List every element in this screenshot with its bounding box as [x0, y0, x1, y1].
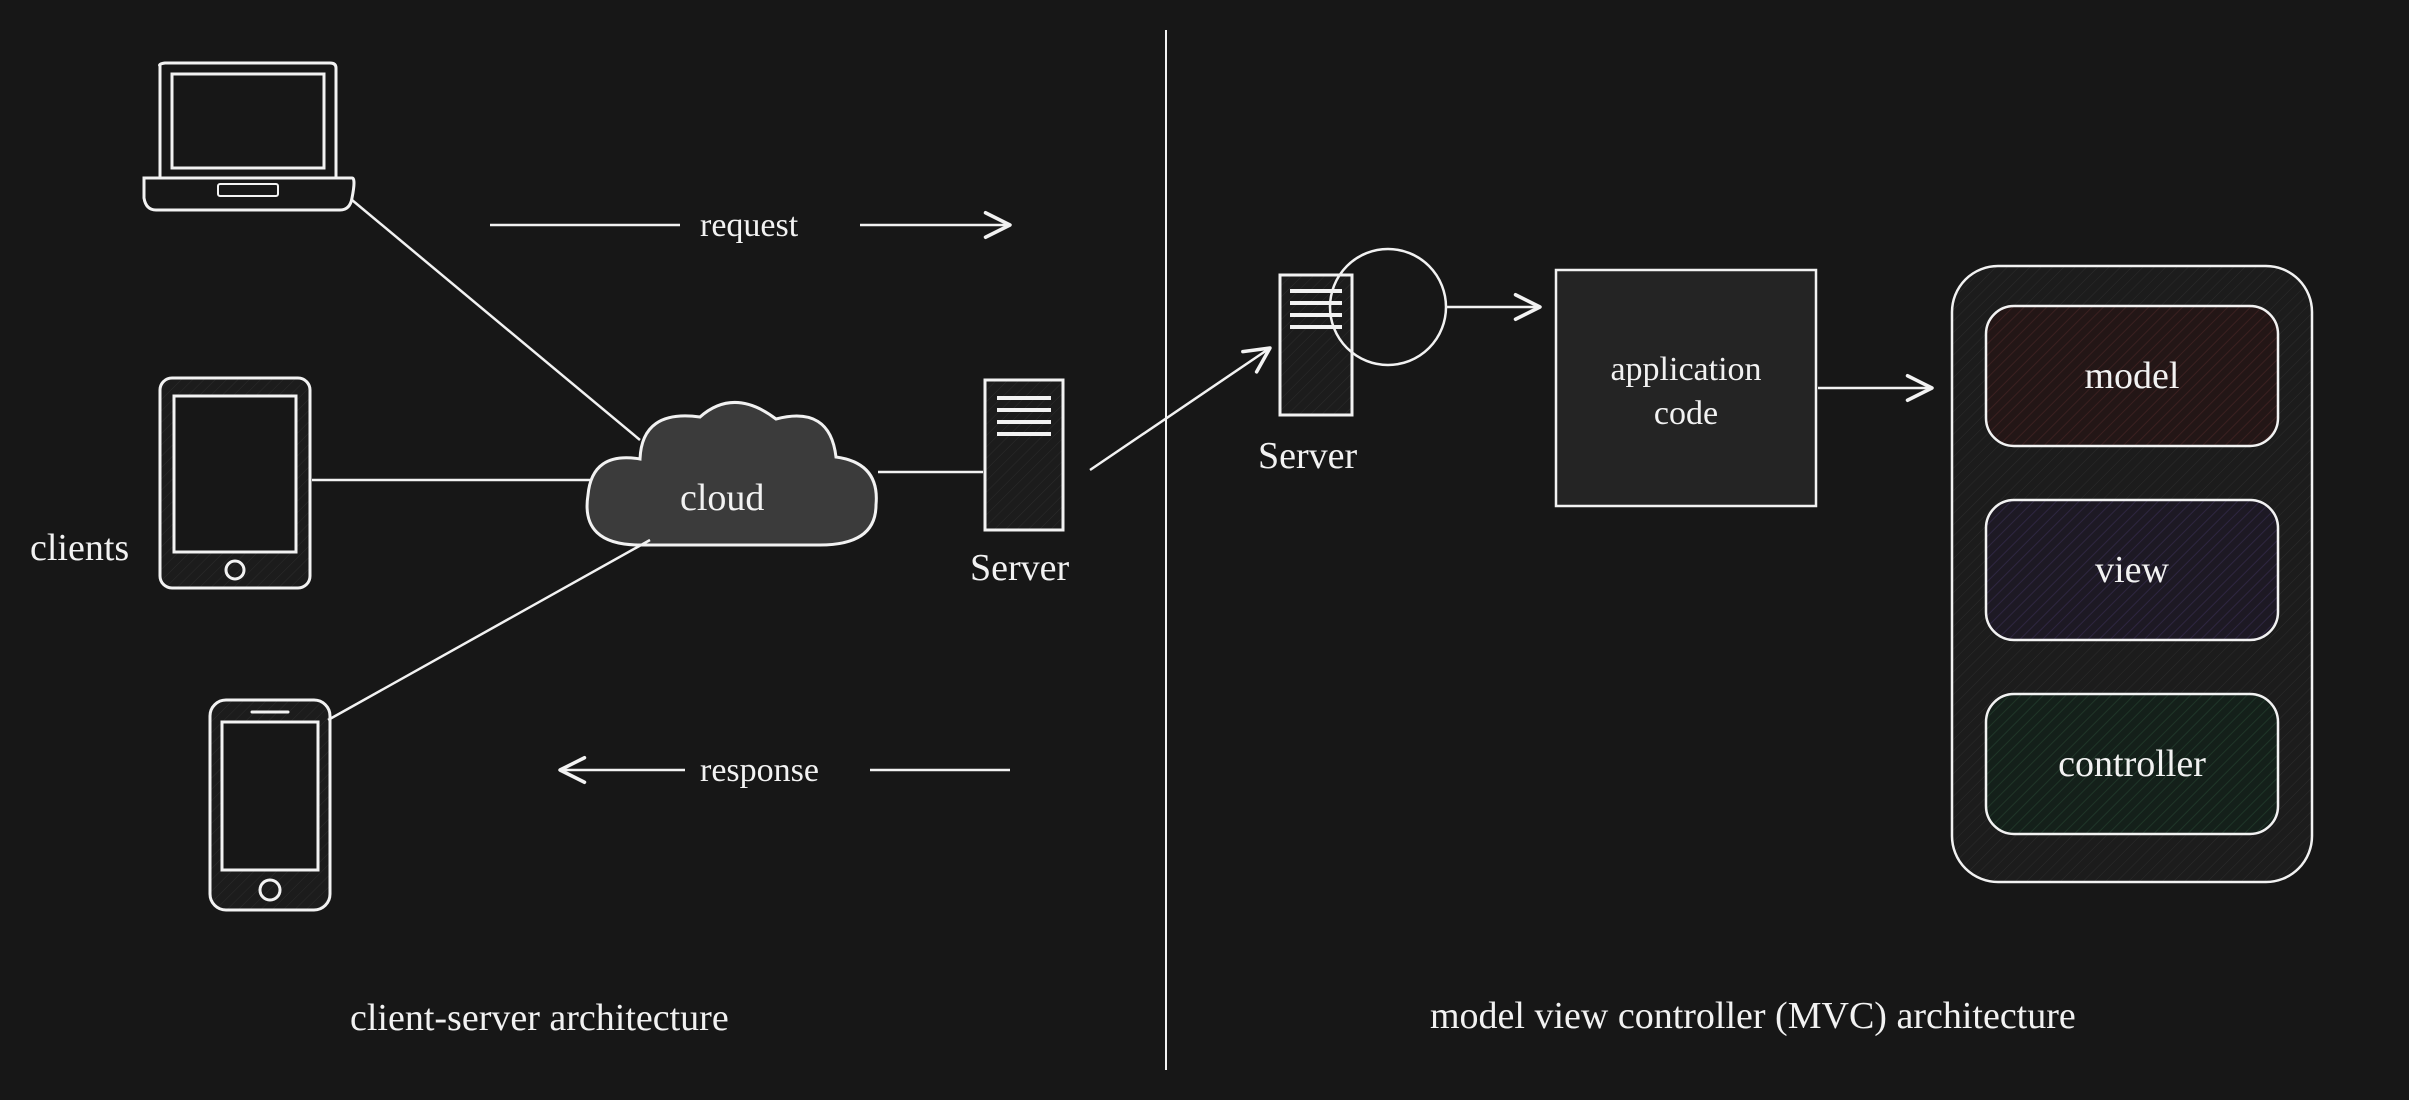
phone-icon: [210, 700, 330, 910]
cloud-label: cloud: [680, 477, 764, 519]
server-icon-right: [1280, 275, 1352, 415]
server-label-right: Server: [1258, 435, 1358, 477]
view-label: view: [2095, 549, 2169, 591]
appcode-label-2: code: [1654, 395, 1718, 432]
appcode-box: application code: [1556, 270, 1816, 506]
appcode-label-1: application: [1610, 351, 1761, 388]
left-title: client-server architecture: [350, 997, 729, 1039]
link-laptop-cloud: [352, 200, 640, 440]
request-arrow: request: [490, 207, 1010, 244]
link-phone-cloud: [328, 540, 650, 720]
mvc-container: model view controller: [1952, 266, 2312, 882]
controller-label: controller: [2058, 743, 2206, 785]
clients-label: clients: [30, 527, 129, 569]
laptop-icon: [144, 63, 354, 210]
server-label-left: Server: [970, 547, 1070, 589]
response-label: response: [700, 752, 819, 789]
response-arrow: response: [560, 752, 1010, 789]
arrow-in-server: [1090, 348, 1270, 470]
request-label: request: [700, 207, 799, 244]
right-title: model view controller (MVC) architecture: [1430, 995, 2076, 1037]
cloud-icon: [587, 402, 876, 545]
model-label: model: [2085, 355, 2180, 397]
tablet-icon: [160, 378, 310, 588]
server-icon-left: [985, 380, 1063, 530]
diagram-canvas: clients cloud Server request response cl…: [0, 0, 2409, 1100]
